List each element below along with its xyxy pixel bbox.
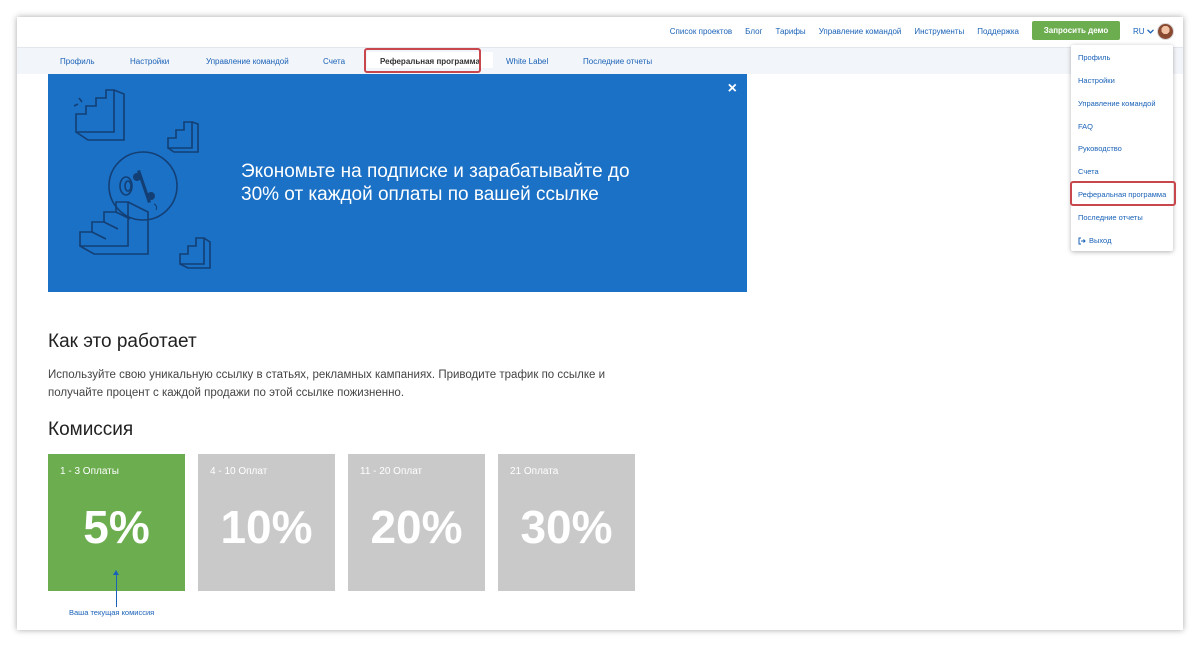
tab-settings[interactable]: Настройки xyxy=(130,57,169,66)
nav-link-tools[interactable]: Инструменты xyxy=(914,27,964,36)
nav-link-blog[interactable]: Блог xyxy=(745,27,762,36)
tier-percent: 30% xyxy=(520,501,613,553)
menu-item-team-management[interactable]: Управление командой xyxy=(1078,99,1156,108)
logout-label: Выход xyxy=(1089,236,1112,245)
how-it-works-heading: Как это работает xyxy=(48,331,197,352)
menu-item-profile[interactable]: Профиль xyxy=(1078,53,1110,62)
commission-heading: Комиссия xyxy=(48,419,134,440)
close-icon[interactable]: × xyxy=(728,80,737,98)
commission-tier-card: 4 - 10 Оплат 10% xyxy=(198,454,335,591)
account-tabs: Профиль Настройки Управление командой Сч… xyxy=(17,47,1183,74)
tier-label: 1 - 3 Оплаты xyxy=(60,466,119,477)
user-dropdown-menu: Профиль Настройки Управление командой FA… xyxy=(1071,45,1173,251)
language-selector[interactable]: RU xyxy=(1133,27,1154,36)
nav-link-support[interactable]: Поддержка xyxy=(977,27,1019,36)
request-demo-button[interactable]: Запросить демо xyxy=(1032,21,1120,40)
tier-label: 11 - 20 Оплат xyxy=(360,466,423,477)
language-label: RU xyxy=(1133,27,1145,36)
percent-stairs-illustration xyxy=(73,89,211,269)
nav-link-team[interactable]: Управление командой xyxy=(819,27,902,36)
tier-label: 21 Оплата xyxy=(510,466,559,477)
menu-item-guide[interactable]: Руководство xyxy=(1078,144,1122,153)
commission-tiers: 1 - 3 Оплаты 5% 4 - 10 Оплат 10% 11 - 20… xyxy=(48,454,635,591)
tab-profile[interactable]: Профиль xyxy=(60,57,95,66)
nav-link-projects[interactable]: Список проектов xyxy=(670,27,732,36)
menu-highlight-frame xyxy=(1070,181,1176,206)
menu-item-settings[interactable]: Настройки xyxy=(1078,76,1115,85)
referral-banner: × Экономьте на подписке и зарабатывайте … xyxy=(48,74,747,292)
tier-label: 4 - 10 Оплат xyxy=(210,466,268,477)
top-nav-links: Список проектов Блог Тарифы Управление к… xyxy=(670,27,1019,36)
user-avatar[interactable] xyxy=(1157,23,1174,40)
pointer-line xyxy=(116,573,117,607)
nav-link-pricing[interactable]: Тарифы xyxy=(775,27,805,36)
tab-white-label[interactable]: White Label xyxy=(506,57,548,66)
how-it-works-text: Используйте свою уникальную ссылку в ста… xyxy=(48,369,606,399)
commission-tier-card: 21 Оплата 30% xyxy=(498,454,635,591)
tier-percent: 20% xyxy=(370,501,463,553)
top-bar: Список проектов Блог Тарифы Управление к… xyxy=(17,17,1183,47)
commission-tier-card: 11 - 20 Оплат 20% xyxy=(348,454,485,591)
current-commission-note: Ваша текущая комиссия xyxy=(69,608,155,617)
menu-item-invoices[interactable]: Счета xyxy=(1078,167,1099,176)
menu-item-logout[interactable]: Выход xyxy=(1078,236,1111,245)
logout-icon xyxy=(1078,237,1086,244)
tab-recent-reports[interactable]: Последние отчеты xyxy=(583,57,652,66)
menu-item-recent-reports[interactable]: Последние отчеты xyxy=(1078,213,1143,222)
tab-highlight-frame xyxy=(364,48,481,73)
tab-invoices[interactable]: Счета xyxy=(323,57,345,66)
tab-team-management[interactable]: Управление командой xyxy=(206,57,289,66)
tier-percent: 5% xyxy=(83,501,150,553)
menu-item-faq[interactable]: FAQ xyxy=(1078,122,1093,131)
app-window: Список проектов Блог Тарифы Управление к… xyxy=(17,17,1183,630)
chevron-down-icon xyxy=(1146,29,1154,34)
banner-title: Экономьте на подписке и зарабатывайте до… xyxy=(241,161,630,205)
tier-percent: 10% xyxy=(220,501,313,553)
